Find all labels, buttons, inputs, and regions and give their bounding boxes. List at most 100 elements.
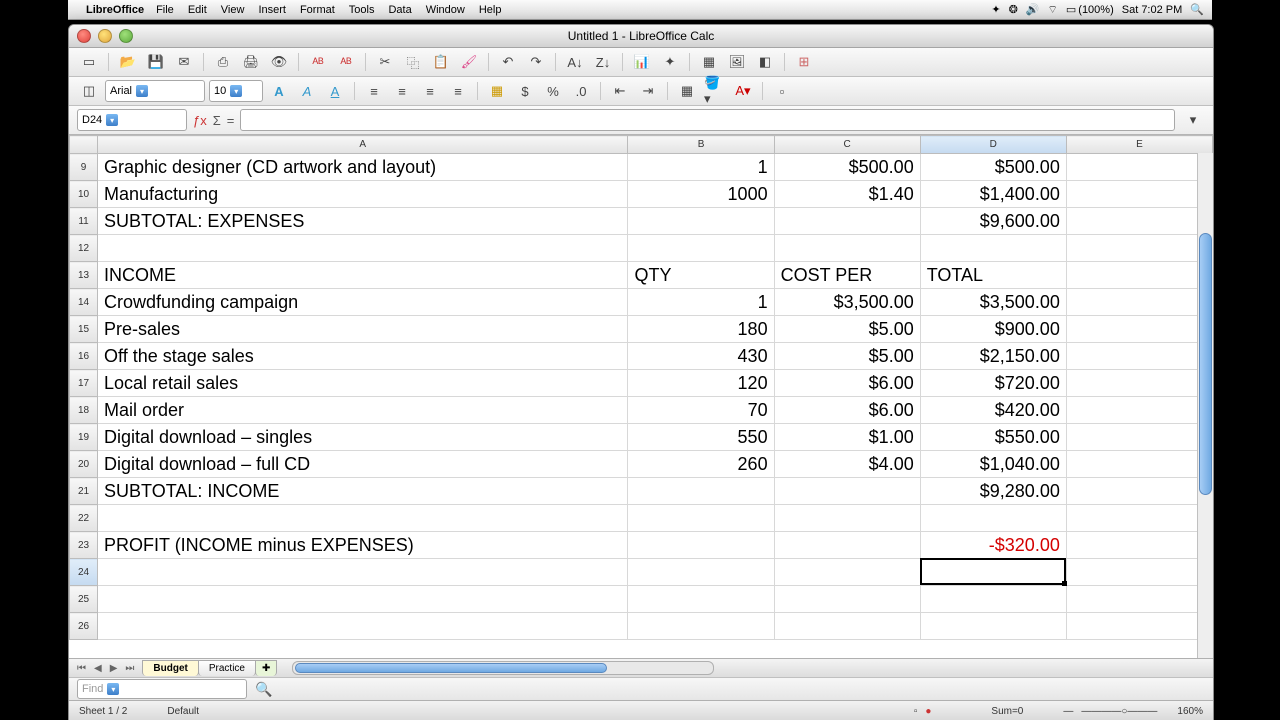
- cell[interactable]: [774, 478, 920, 505]
- row-22[interactable]: 22: [70, 505, 1213, 532]
- row-21[interactable]: 21SUBTOTAL: INCOME$9,280.00: [70, 478, 1213, 505]
- row-19[interactable]: 19Digital download – singles550$1.00$550…: [70, 424, 1213, 451]
- cell[interactable]: [628, 613, 774, 640]
- col-header-A[interactable]: A: [98, 136, 628, 154]
- cell[interactable]: [1066, 586, 1212, 613]
- cell[interactable]: Manufacturing: [98, 181, 628, 208]
- col-header-D[interactable]: D: [920, 136, 1066, 154]
- row-header[interactable]: 25: [70, 586, 98, 613]
- row-header[interactable]: 22: [70, 505, 98, 532]
- cell[interactable]: [1066, 154, 1212, 181]
- chart-icon[interactable]: 📊: [630, 51, 654, 73]
- cell[interactable]: $3,500.00: [920, 289, 1066, 316]
- open-icon[interactable]: 📂: [116, 51, 140, 73]
- cell[interactable]: $1.00: [774, 424, 920, 451]
- cell[interactable]: 180: [628, 316, 774, 343]
- cell[interactable]: $6.00: [774, 370, 920, 397]
- menu-help[interactable]: Help: [479, 4, 502, 16]
- tab-nav-last-icon[interactable]: ⏭: [121, 663, 138, 674]
- cut-icon[interactable]: ✂: [373, 51, 397, 73]
- font-name-combo[interactable]: Arial▾: [105, 80, 205, 102]
- cell[interactable]: $5.00: [774, 316, 920, 343]
- bgcolor-icon[interactable]: 🪣▾: [703, 80, 727, 102]
- cell[interactable]: $550.00: [920, 424, 1066, 451]
- sum-icon[interactable]: Σ: [213, 113, 221, 128]
- cell[interactable]: [98, 235, 628, 262]
- underline-icon[interactable]: A: [323, 80, 347, 102]
- menu-insert[interactable]: Insert: [258, 4, 286, 16]
- cell[interactable]: [1066, 316, 1212, 343]
- row-header[interactable]: 16: [70, 343, 98, 370]
- autospell-icon[interactable]: ᴬᴮ: [334, 51, 358, 73]
- cell[interactable]: [920, 235, 1066, 262]
- cell[interactable]: [1066, 559, 1212, 586]
- redo-icon[interactable]: ↷: [524, 51, 548, 73]
- vertical-scroll-thumb[interactable]: [1199, 233, 1212, 495]
- cell[interactable]: [774, 208, 920, 235]
- image-icon[interactable]: 🖼: [725, 51, 749, 73]
- cell[interactable]: Crowdfunding campaign: [98, 289, 628, 316]
- undo-icon[interactable]: ↶: [496, 51, 520, 73]
- align-left-icon[interactable]: ≡: [362, 80, 386, 102]
- equals-icon[interactable]: =: [227, 113, 235, 128]
- cell[interactable]: Pre-sales: [98, 316, 628, 343]
- row-25[interactable]: 25: [70, 586, 1213, 613]
- cell[interactable]: [774, 505, 920, 532]
- cell[interactable]: [628, 505, 774, 532]
- wifi-icon[interactable]: ⌔: [1048, 3, 1058, 17]
- cell[interactable]: Digital download – full CD: [98, 451, 628, 478]
- cell[interactable]: [774, 613, 920, 640]
- cell[interactable]: [920, 613, 1066, 640]
- tab-nav-prev-icon[interactable]: ◀: [90, 663, 106, 674]
- menu-file[interactable]: File: [156, 4, 174, 16]
- cell[interactable]: 120: [628, 370, 774, 397]
- cell[interactable]: TOTAL: [920, 262, 1066, 289]
- status-sum[interactable]: Sum=0: [991, 706, 1023, 717]
- tab-nav-next-icon[interactable]: ▶: [106, 663, 122, 674]
- zoom-button[interactable]: [119, 29, 133, 43]
- sheet-tab-budget[interactable]: Budget: [142, 660, 198, 676]
- cell[interactable]: PROFIT (INCOME minus EXPENSES): [98, 532, 628, 559]
- cell[interactable]: 1000: [628, 181, 774, 208]
- cell[interactable]: $500.00: [920, 154, 1066, 181]
- cell[interactable]: [1066, 343, 1212, 370]
- object-icon[interactable]: ◧: [753, 51, 777, 73]
- cell[interactable]: [774, 532, 920, 559]
- align-center-icon[interactable]: ≡: [390, 80, 414, 102]
- row-20[interactable]: 20Digital download – full CD260$4.00$1,0…: [70, 451, 1213, 478]
- minimize-button[interactable]: [98, 29, 112, 43]
- cell[interactable]: $420.00: [920, 397, 1066, 424]
- cell[interactable]: Mail order: [98, 397, 628, 424]
- cell[interactable]: SUBTOTAL: INCOME: [98, 478, 628, 505]
- new-doc-icon[interactable]: ▭: [77, 51, 101, 73]
- function-wizard-icon[interactable]: ƒx: [193, 113, 207, 128]
- row-header[interactable]: 11: [70, 208, 98, 235]
- cell[interactable]: QTY: [628, 262, 774, 289]
- cell[interactable]: -$320.00: [920, 532, 1066, 559]
- toolbar-options-icon[interactable]: ▫: [770, 80, 794, 102]
- status-zoom[interactable]: 160%: [1177, 706, 1203, 717]
- row-header[interactable]: 17: [70, 370, 98, 397]
- cell[interactable]: $1,040.00: [920, 451, 1066, 478]
- dec-indent-icon[interactable]: ⇤: [608, 80, 632, 102]
- bold-icon[interactable]: A: [267, 80, 291, 102]
- cell[interactable]: [920, 505, 1066, 532]
- number-icon[interactable]: .0: [569, 80, 593, 102]
- cell[interactable]: SUBTOTAL: EXPENSES: [98, 208, 628, 235]
- cell[interactable]: [628, 532, 774, 559]
- menu-view[interactable]: View: [221, 4, 245, 16]
- status-style[interactable]: Default: [167, 706, 199, 717]
- cell[interactable]: [628, 208, 774, 235]
- cell[interactable]: [98, 559, 628, 586]
- row-12[interactable]: 12: [70, 235, 1213, 262]
- preview-icon[interactable]: 👁: [267, 51, 291, 73]
- cell[interactable]: Off the stage sales: [98, 343, 628, 370]
- cell[interactable]: $9,600.00: [920, 208, 1066, 235]
- cell[interactable]: [1066, 424, 1212, 451]
- row-header[interactable]: 13: [70, 262, 98, 289]
- cell[interactable]: $900.00: [920, 316, 1066, 343]
- formula-expand-icon[interactable]: ▾: [1181, 109, 1205, 131]
- cell[interactable]: Digital download – singles: [98, 424, 628, 451]
- pdf-icon[interactable]: ⎙: [211, 51, 235, 73]
- sort-asc-icon[interactable]: A↓: [563, 51, 587, 73]
